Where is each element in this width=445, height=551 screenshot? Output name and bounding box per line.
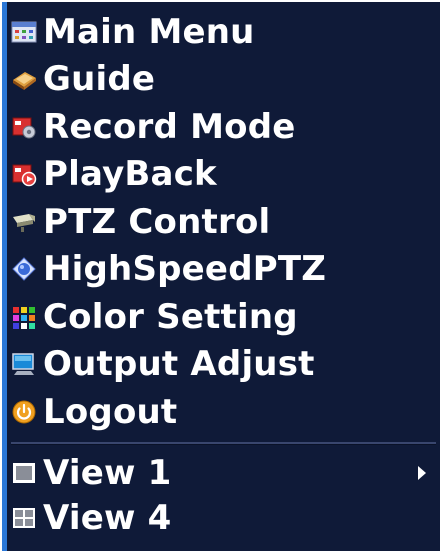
menu-item-label: Color Setting bbox=[43, 296, 298, 337]
submenu-arrow-icon bbox=[418, 466, 426, 480]
ptz-camera-icon bbox=[11, 209, 37, 235]
playback-icon bbox=[11, 161, 37, 187]
menu-item-main-menu[interactable]: Main Menu bbox=[11, 8, 440, 56]
menu-divider bbox=[11, 441, 436, 445]
menu-item-label: Record Mode bbox=[43, 106, 296, 147]
main-menu-icon bbox=[11, 19, 37, 45]
single-view-icon bbox=[11, 460, 37, 486]
color-palette-icon bbox=[11, 304, 37, 330]
menu-item-label: Output Adjust bbox=[43, 344, 315, 385]
menu-item-label: Logout bbox=[43, 391, 178, 432]
menu-item-label: Main Menu bbox=[43, 11, 255, 52]
menu-item-label: View 4 bbox=[43, 498, 172, 538]
menu-item-view-4[interactable]: View 4 bbox=[11, 496, 440, 541]
menu-list: Main Menu Guide Record Mode PlayBack PTZ… bbox=[11, 8, 440, 541]
menu-item-guide[interactable]: Guide bbox=[11, 56, 440, 104]
power-icon bbox=[11, 399, 37, 425]
menu-item-label: HighSpeedPTZ bbox=[43, 249, 327, 290]
menu-item-output-adjust[interactable]: Output Adjust bbox=[11, 341, 440, 389]
menu-item-color-setting[interactable]: Color Setting bbox=[11, 293, 440, 341]
menu-item-ptz-control[interactable]: PTZ Control bbox=[11, 198, 440, 246]
menu-item-view-1[interactable]: View 1 bbox=[11, 451, 440, 496]
monitor-icon bbox=[11, 351, 37, 377]
menu-item-record-mode[interactable]: Record Mode bbox=[11, 103, 440, 151]
high-speed-ptz-icon bbox=[11, 256, 37, 282]
menu-item-label: PTZ Control bbox=[43, 201, 271, 242]
quad-view-icon bbox=[11, 505, 37, 531]
menu-item-high-speed-ptz[interactable]: HighSpeedPTZ bbox=[11, 246, 440, 294]
menu-item-logout[interactable]: Logout bbox=[11, 388, 440, 436]
menu-item-playback[interactable]: PlayBack bbox=[11, 151, 440, 199]
menu-item-label: Guide bbox=[43, 59, 156, 100]
context-menu: Main Menu Guide Record Mode PlayBack PTZ… bbox=[2, 2, 440, 551]
guide-book-icon bbox=[11, 66, 37, 92]
menu-item-label: View 1 bbox=[43, 453, 172, 493]
menu-item-label: PlayBack bbox=[43, 154, 217, 195]
record-mode-icon bbox=[11, 114, 37, 140]
